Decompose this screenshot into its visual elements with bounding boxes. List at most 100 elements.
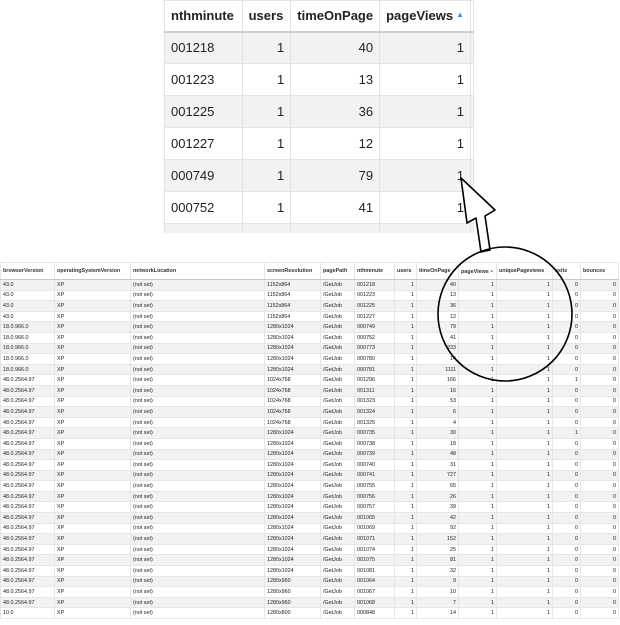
cell-exits: 0: [552, 522, 581, 535]
full-table-panel: browserVersion operatingSystemVersion netw…: [0, 262, 620, 625]
cell-network-location: (not set): [130, 363, 265, 376]
full-header-page-path[interactable]: pagePath: [320, 262, 355, 280]
full-header-nthminute[interactable]: nthminute: [354, 262, 395, 280]
table-row[interactable]: 18.0.966.0 XP (not set) 1280x1024/GetJob 000…: [0, 321, 619, 333]
cell-browser-version: 48.0.2564.97: [0, 384, 55, 397]
cell-page-path: /GetJob: [320, 427, 355, 439]
table-row[interactable]: 48.0.2564.97 XP (not set) 1280x1024/GetJob 0…: [0, 565, 619, 577]
full-header-network-location[interactable]: networkLocation: [130, 262, 265, 280]
cell-exits: 0: [552, 565, 581, 577]
cell-time-on-page: 14: [416, 353, 459, 365]
table-row[interactable]: 48.0.2564.97 XP (not set) 1024x768/GetJob 00…: [0, 374, 619, 386]
table-row[interactable]: 48.0.2564.97 XP (not set) 1280x960/GetJob 00…: [0, 575, 619, 588]
sort-ascending-icon[interactable]: ▲: [490, 268, 494, 273]
cell-browser-version: 43.0: [0, 310, 55, 323]
cell-screen-resolution: 1024x768: [264, 374, 321, 386]
table-row[interactable]: 48.0.2564.97 XP (not set) 1280x1024/GetJob 0…: [0, 427, 619, 439]
full-header-time-on-page[interactable]: timeOnPage: [416, 262, 459, 280]
table-row[interactable]: 48.0.2564.97 XP (not set) 1024x768/GetJob 00…: [0, 406, 619, 418]
table-row[interactable]: 48.0.2564.97 XP (not set) 1280x1024/GetJob 0…: [0, 459, 619, 471]
table-row[interactable]: 18.0.966.0 XP (not set) 1280x1024/GetJob 000…: [0, 331, 619, 344]
cell-time-on-page: 10: [416, 586, 459, 598]
cell-users: 1: [394, 363, 417, 376]
table-row[interactable]: 48.0.2564.97 XP (not set) 1280x1024/GetJob 0…: [0, 543, 619, 556]
full-header-bounces[interactable]: bounces: [580, 262, 619, 280]
zoom-header-users[interactable]: users: [241, 0, 292, 33]
cell-time-on-page: 6: [416, 406, 459, 418]
column-label: uniquePageviews: [499, 268, 545, 274]
table-edge-cell: [470, 95, 474, 128]
cell-screen-resolution: 1280x960: [264, 586, 321, 598]
cell-page-views: 1: [458, 321, 497, 333]
table-row[interactable]: 000752 1 41 1: [164, 191, 474, 224]
table-row[interactable]: 48.0.2564.97 XP (not set) 1024x768/GetJob 00…: [0, 384, 619, 397]
cell-network-location: (not set): [130, 554, 265, 567]
cell-page-path: /GetJob: [320, 512, 355, 524]
cell-screen-resolution: 1280x1024: [264, 459, 321, 471]
table-row[interactable]: 43.0 XP (not set) 1152x864/GetJob 001225 1 36 1…: [0, 300, 619, 312]
table-row[interactable]: 48.0.2564.97 XP (not set) 1024x768/GetJob 00…: [0, 395, 619, 408]
full-header-exits[interactable]: exits: [552, 262, 581, 280]
table-row[interactable]: 18.0.966.0 XP (not set) 1280x1024/GetJob 000…: [0, 363, 619, 376]
zoom-header-page-views[interactable]: pageViews ▲: [379, 0, 471, 33]
cell-nthminute: 001218: [164, 31, 243, 64]
cell-users: 1: [394, 554, 417, 567]
table-row[interactable]: 48.0.2564.97 XP (not set) 1280x960/GetJob 00…: [0, 596, 619, 609]
table-row[interactable]: 48.0.2564.97 XP (not set) 1280x960/GetJob 00…: [0, 586, 619, 598]
zoom-header-time-on-page[interactable]: timeOnPage: [290, 0, 381, 33]
full-header-users[interactable]: users: [394, 262, 417, 280]
cell-time-on-page: 41: [290, 191, 381, 224]
table-row[interactable]: 48.0.2564.97 XP (not set) 1280x1024/GetJob 0…: [0, 469, 619, 482]
table-row[interactable]: 18.0.966.0 XP (not set) 1280x1024/GetJob 000…: [0, 342, 619, 355]
cell-bounces: 0: [580, 374, 619, 386]
cell-page-path: /GetJob: [320, 533, 355, 545]
table-row[interactable]: 001225 1 36 1: [164, 95, 474, 128]
full-header-unique-pageviews[interactable]: uniquePageviews: [496, 262, 553, 280]
column-label: users: [248, 8, 284, 24]
table-row[interactable]: 43.0 XP (not set) 1152x864/GetJob 001227 1 12 1…: [0, 310, 619, 323]
cell-page-views: 1: [458, 480, 497, 492]
table-row[interactable]: 48.0.2564.97 XP (not set) 1280x1024/GetJob 0…: [0, 448, 619, 461]
cell-browser-version: 48.0.2564.97: [0, 427, 55, 439]
table-row[interactable]: 48.0.2564.97 XP (not set) 1280x1024/GetJob 0…: [0, 533, 619, 545]
table-row[interactable]: 48.0.2564.97 XP (not set) 1280x1024/GetJob 0…: [0, 512, 619, 524]
table-row[interactable]: 48.0.2564.97 XP (not set) 1280x1024/GetJob 0…: [0, 437, 619, 450]
cell-page-path: /GetJob: [320, 480, 355, 492]
cell-users: 1: [394, 575, 417, 588]
full-header-screen-resolution[interactable]: screenResolution: [264, 262, 321, 280]
cell-operating-system-version: XP: [54, 533, 131, 545]
table-row[interactable]: 10.0 XP (not set) 1280x800/GetJob 000848 1 14 1…: [0, 607, 619, 619]
cell-unique-pageviews: 1: [496, 427, 553, 439]
table-row[interactable]: 001218 1 40 1: [164, 31, 474, 64]
table-row[interactable]: 48.0.2564.97 XP (not set) 1280x1024/GetJob 0…: [0, 554, 619, 567]
full-header-browser-version[interactable]: browserVersion: [0, 262, 55, 280]
cell-users: 1: [241, 95, 292, 128]
table-row[interactable]: 48.0.2564.97 XP (not set) 1280x1024/GetJob 0…: [0, 522, 619, 535]
cell-users: 1: [241, 159, 292, 192]
full-header-operating-system-version[interactable]: operatingSystemVersion: [54, 262, 131, 280]
cell-operating-system-version: XP: [54, 427, 131, 439]
column-label: pageViews: [461, 268, 489, 275]
table-row[interactable]: 48.0.2564.97 XP (not set) 1024x768/GetJob 00…: [0, 416, 619, 429]
cell-page-path: /GetJob: [320, 459, 355, 471]
cell-network-location: (not set): [130, 310, 265, 323]
table-row[interactable]: 48.0.2564.97 XP (not set) 1280x1024/GetJob 0…: [0, 501, 619, 514]
table-row[interactable]: 001223 1 13 1: [164, 63, 474, 96]
table-row[interactable]: 43.0 XP (not set) 1152x864/GetJob 001218 1 40 1…: [0, 279, 619, 291]
zoom-header-nthminute[interactable]: nthminute: [164, 0, 243, 33]
cell-page-path: /GetJob: [320, 554, 355, 567]
table-row[interactable]: 48.0.2564.97 XP (not set) 1280x1024/GetJob 0…: [0, 490, 619, 503]
table-row[interactable]: 00077312331: [164, 223, 474, 233]
cell-screen-resolution: 1280x1024: [264, 565, 321, 577]
table-row[interactable]: 000749 1 79 1: [164, 159, 474, 192]
cell-network-location: (not set): [130, 374, 265, 386]
sort-ascending-icon[interactable]: ▲: [456, 10, 464, 19]
table-row[interactable]: 48.0.2564.97 XP (not set) 1280x1024/GetJob 0…: [0, 480, 619, 492]
cell-page-views: 1: [379, 63, 471, 96]
table-row[interactable]: 43.0 XP (not set) 1152x864/GetJob 001223 1 13 1…: [0, 289, 619, 302]
cell-time-on-page: 40: [416, 279, 459, 291]
full-header-page-views[interactable]: pageViews▲: [458, 262, 497, 280]
table-row[interactable]: 001227 1 12 1: [164, 127, 474, 160]
table-row[interactable]: 18.0.966.0 XP (not set) 1280x1024/GetJob 000…: [0, 353, 619, 365]
cell-network-location: (not set): [130, 501, 265, 514]
